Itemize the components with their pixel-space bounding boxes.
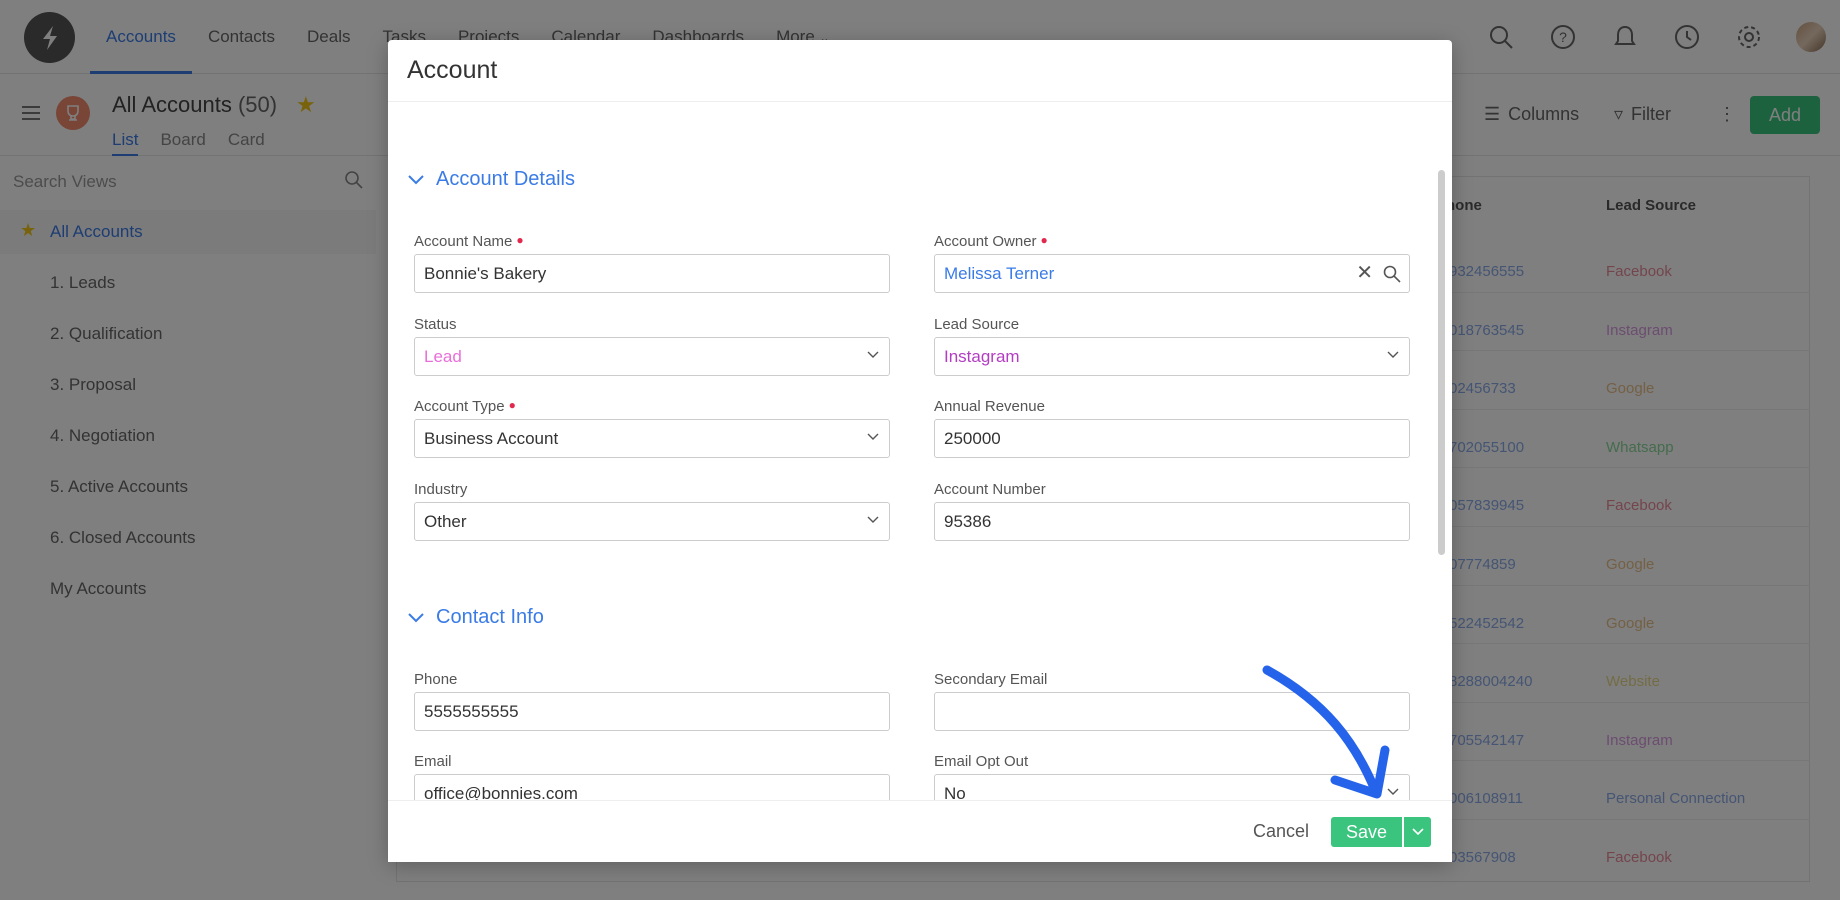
chevron-down-icon [867, 351, 879, 358]
save-button[interactable]: Save [1331, 817, 1402, 847]
status-value: Lead [424, 347, 462, 366]
phone-field[interactable]: 5555555555 [414, 692, 890, 731]
save-options-dropdown[interactable] [1404, 817, 1431, 847]
industry-label: Industry [414, 481, 468, 498]
account-type-label: Account Type ● [414, 398, 516, 415]
search-icon[interactable] [1383, 265, 1401, 283]
lead-source-label: Lead Source [934, 316, 1020, 333]
section-contact-info-label: Contact Info [436, 606, 544, 628]
chevron-down-icon [408, 612, 424, 622]
secondary-email-label: Secondary Email [934, 671, 1048, 688]
phone-label: Phone [414, 671, 458, 688]
email-label: Email [414, 753, 452, 770]
required-indicator: ● [516, 233, 524, 247]
industry-value: Other [424, 512, 467, 531]
account-name-label-text: Account Name [414, 233, 513, 250]
annual-revenue-field[interactable]: 250000 [934, 419, 1410, 458]
modal-title: Account [388, 40, 1452, 102]
section-account-details[interactable]: Account Details [408, 168, 575, 191]
account-owner-label: Account Owner ● [934, 233, 1048, 250]
annual-revenue-label: Annual Revenue [934, 398, 1045, 415]
account-owner-value[interactable]: Melissa Terner [944, 264, 1054, 283]
status-select[interactable]: Lead [414, 337, 890, 376]
clear-icon[interactable]: ✕ [1356, 255, 1373, 292]
email-opt-out-value: No [944, 784, 966, 800]
account-type-select[interactable]: Business Account [414, 419, 890, 458]
modal-scrollbar[interactable] [1438, 170, 1445, 555]
chevron-down-icon [408, 174, 424, 184]
lead-source-value: Instagram [944, 347, 1020, 366]
chevron-down-icon [1387, 351, 1399, 358]
chevron-down-icon [867, 516, 879, 523]
required-indicator: ● [1040, 233, 1048, 247]
section-contact-info[interactable]: Contact Info [408, 606, 544, 629]
account-number-label: Account Number [934, 481, 1046, 498]
account-name-field[interactable]: Bonnie's Bakery [414, 254, 890, 293]
account-type-label-text: Account Type [414, 398, 505, 415]
account-type-value: Business Account [424, 429, 559, 448]
modal-footer: Cancel Save [388, 800, 1452, 862]
chevron-down-icon [867, 433, 879, 440]
account-number-field[interactable]: 95386 [934, 502, 1410, 541]
status-label: Status [414, 316, 457, 333]
email-opt-out-label: Email Opt Out [934, 753, 1029, 770]
industry-select[interactable]: Other [414, 502, 890, 541]
cancel-button[interactable]: Cancel [1253, 821, 1309, 842]
account-owner-label-text: Account Owner [934, 233, 1037, 250]
account-owner-field[interactable]: Melissa Terner ✕ [934, 254, 1410, 293]
annotation-arrow-icon [1262, 665, 1390, 799]
section-account-details-label: Account Details [436, 168, 575, 190]
required-indicator: ● [508, 398, 516, 412]
account-name-label: Account Name ● [414, 233, 524, 250]
email-field[interactable]: office@bonnies.com [414, 774, 890, 800]
chevron-down-icon [1411, 828, 1424, 836]
lead-source-select[interactable]: Instagram [934, 337, 1410, 376]
